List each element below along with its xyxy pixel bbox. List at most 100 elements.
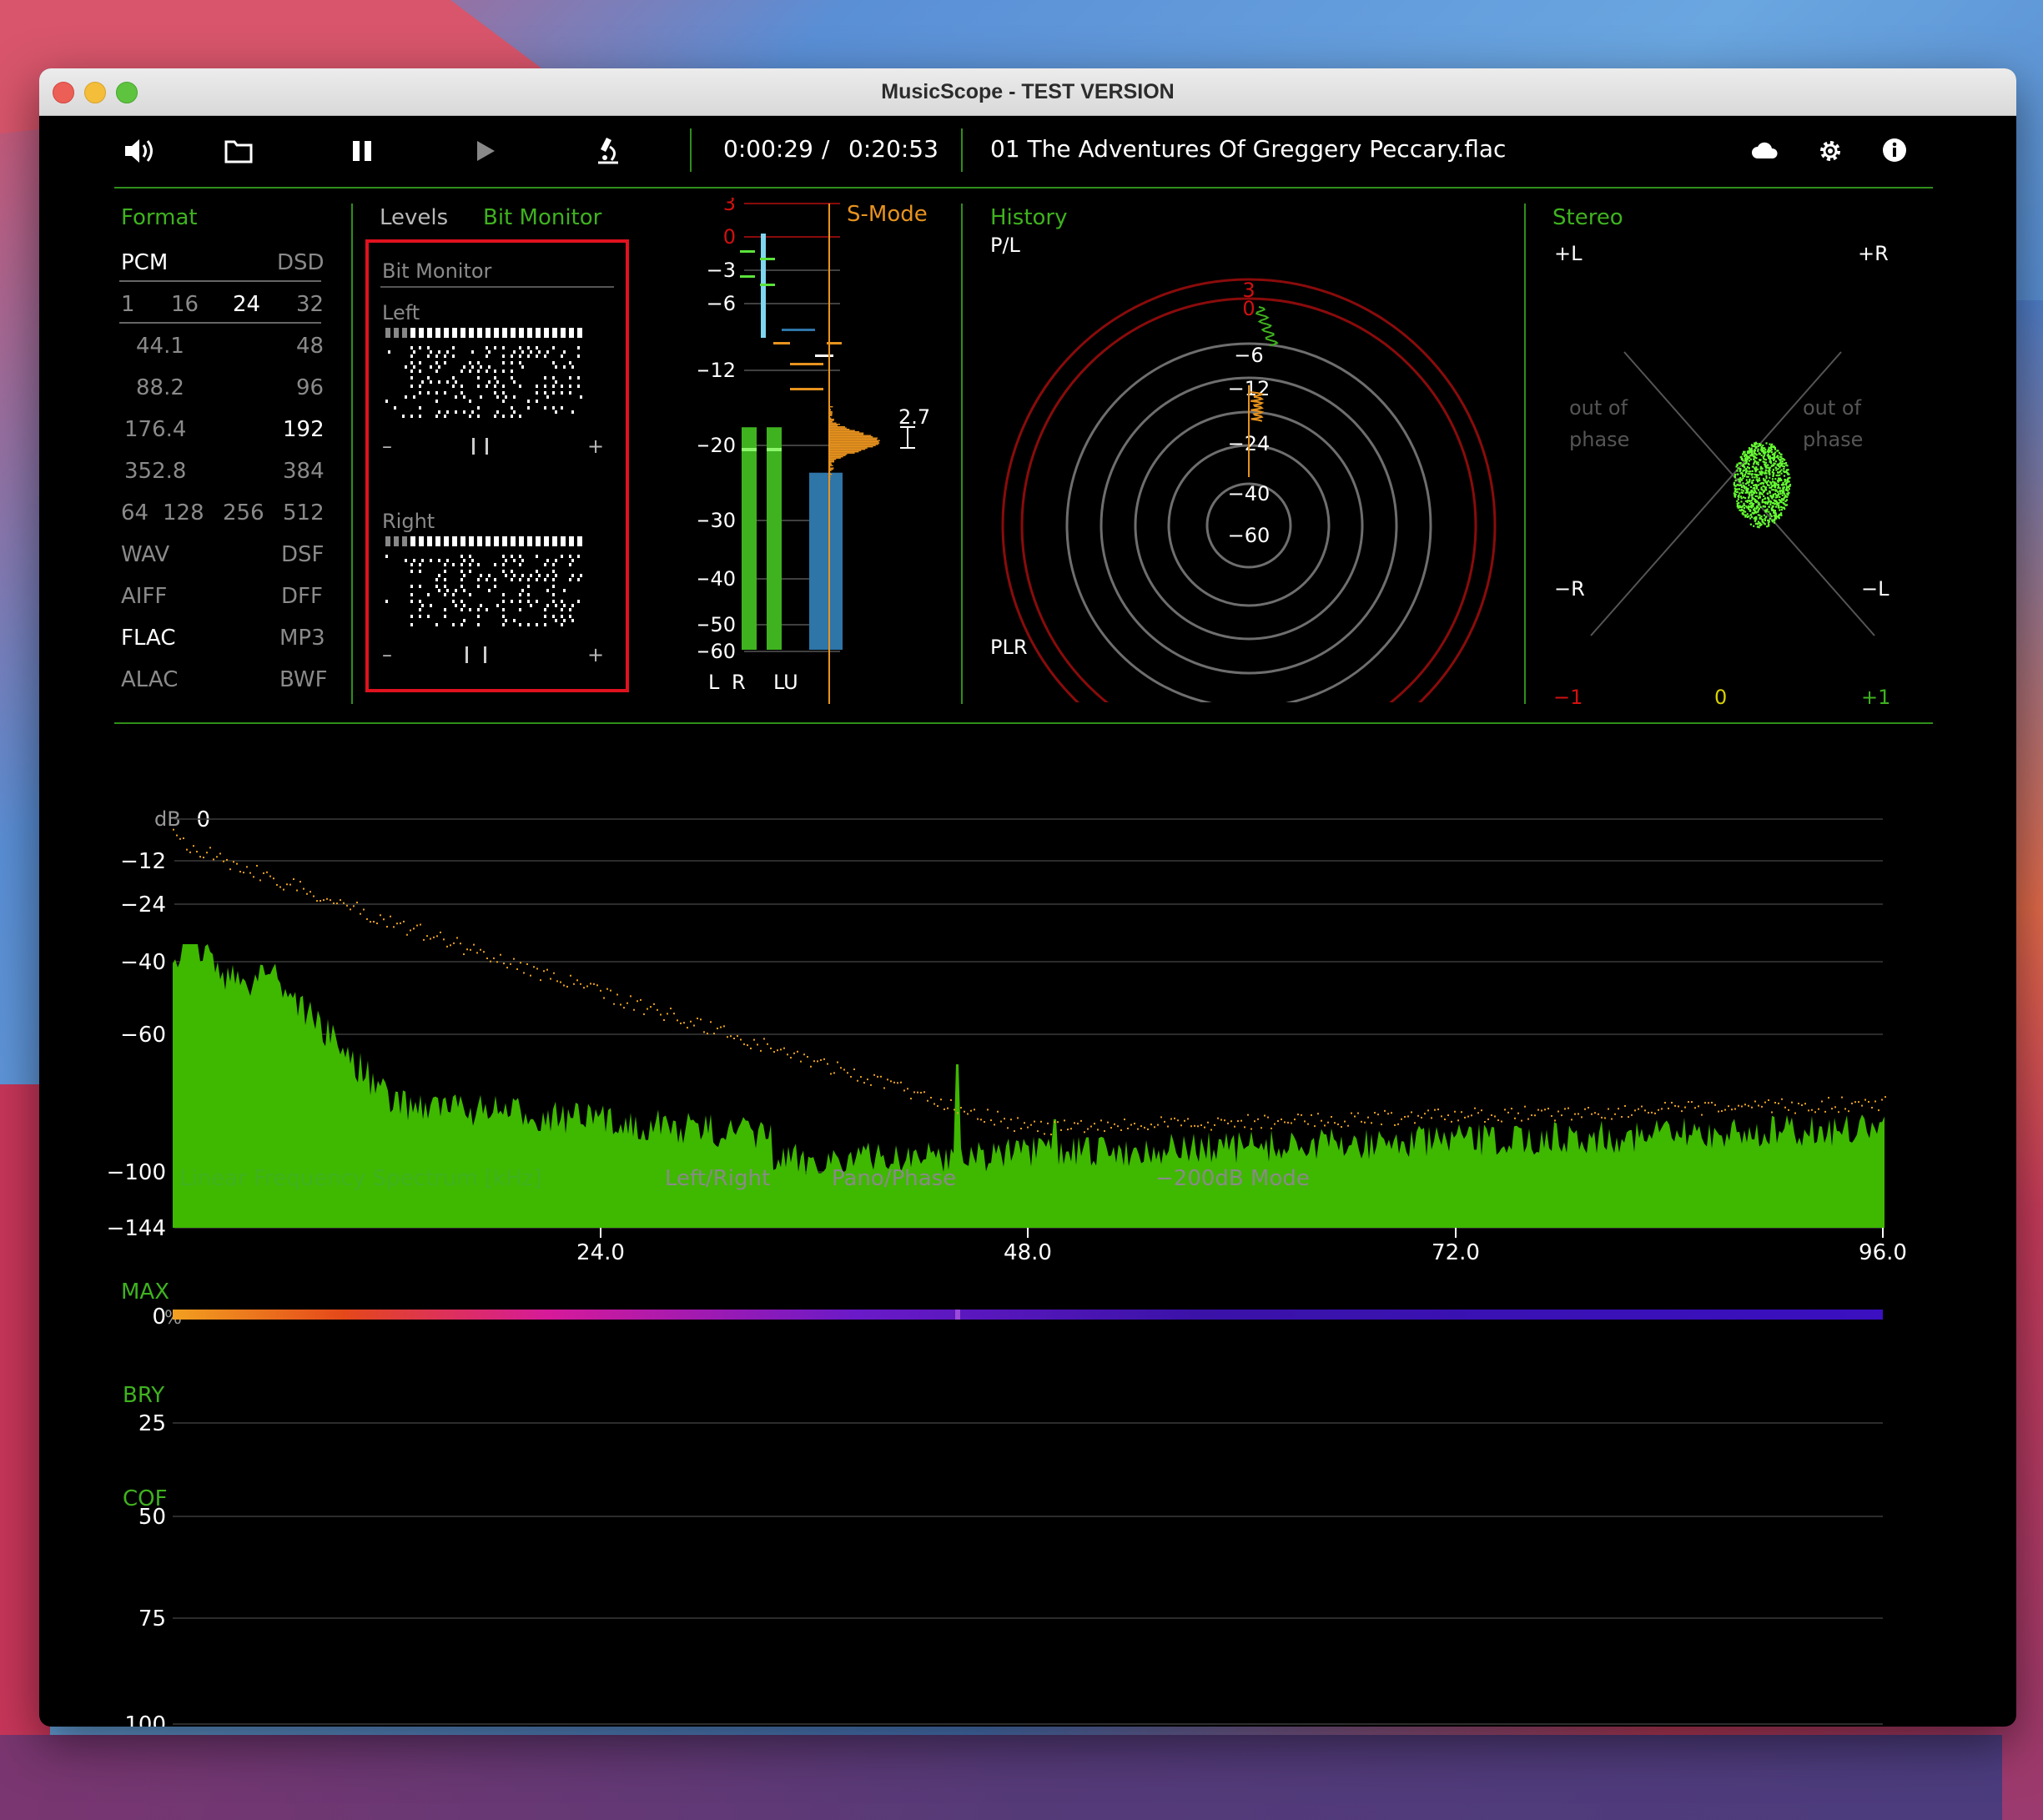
- bit-monitor-left-minus[interactable]: –: [382, 435, 392, 458]
- file-dsf: DSF: [281, 542, 325, 567]
- goniometer-dot: [1761, 499, 1764, 501]
- spectrum-peak-dot: [1124, 1119, 1125, 1121]
- bit-cell: [519, 555, 521, 558]
- bit-cell: [494, 578, 496, 581]
- bit-cell: [536, 385, 538, 388]
- spectrum-peak-dot: [1214, 1124, 1215, 1126]
- lower-label-cof: COF: [123, 1486, 168, 1511]
- bit-cell: [469, 370, 471, 373]
- spectrum-peak-dot: [960, 1107, 962, 1109]
- spectrum-peak-dot: [920, 1092, 922, 1094]
- format-pcm[interactable]: PCM: [121, 250, 168, 275]
- spectrum-peak-dot: [450, 944, 451, 947]
- bit-cell: [421, 604, 424, 607]
- goniometer-dot: [1780, 472, 1783, 475]
- spectrum-peak-dot: [1144, 1126, 1145, 1129]
- mode-pano-phase[interactable]: Pano/Phase: [832, 1166, 956, 1191]
- spectrum-peak-dot: [420, 923, 421, 926]
- smode-title[interactable]: S-Mode: [847, 202, 928, 227]
- window-title: MusicScope - TEST VERSION: [881, 80, 1175, 103]
- goniometer-dot: [1745, 479, 1748, 481]
- meter-scale-label: −40: [698, 567, 736, 591]
- goniometer-dot: [1754, 443, 1756, 446]
- spectrum-peak-dot: [1811, 1109, 1813, 1111]
- pause-icon[interactable]: [351, 139, 373, 163]
- bit-cell: [410, 385, 413, 388]
- tab-bit-monitor[interactable]: Bit Monitor: [483, 205, 601, 230]
- goniometer-dot: [1773, 515, 1775, 517]
- spectrum-peak-dot: [1591, 1113, 1593, 1115]
- smode-bin: [828, 459, 837, 460]
- spectrum-peak-dot: [1334, 1122, 1336, 1124]
- tab-levels[interactable]: Levels: [380, 205, 448, 230]
- bit-cell: [419, 585, 421, 588]
- spectrum-peak-dot: [1227, 1122, 1229, 1124]
- bit-cell: [502, 615, 505, 618]
- bit-cell: [477, 406, 480, 410]
- spectrum-peak-dot: [1808, 1109, 1809, 1112]
- goniometer-dot: [1781, 460, 1784, 463]
- goniometer-dot: [1784, 461, 1788, 465]
- bit-cell-msb: [385, 536, 390, 546]
- spectrum-peak-dot: [1367, 1116, 1369, 1119]
- spectrum-peak-dot: [833, 1072, 835, 1074]
- goniometer-dot: [1779, 479, 1782, 481]
- play-icon[interactable]: [475, 139, 496, 163]
- spectrum-peak-dot: [1170, 1118, 1172, 1120]
- spectrum-peak-dot: [590, 983, 591, 985]
- title-bar: MusicScope - TEST VERSION: [39, 68, 2016, 116]
- smode-bin: [828, 477, 830, 479]
- cloud-icon[interactable]: [1751, 142, 1779, 160]
- desktop-wallpaper-bottom: [0, 1735, 2043, 1820]
- folder-icon[interactable]: [224, 138, 253, 163]
- bit-cell: [460, 608, 463, 611]
- bit-cell: [477, 415, 480, 418]
- spectrum-peak-dot: [1501, 1120, 1502, 1123]
- format-dsd[interactable]: DSD: [277, 250, 325, 275]
- bit-cell: [477, 563, 480, 566]
- spectrum-peak-dot: [1467, 1115, 1469, 1118]
- spectrum-peak-dot: [687, 1027, 688, 1029]
- bit-cell: [463, 559, 465, 562]
- spectrum-peak-dot: [923, 1091, 925, 1094]
- goniometer-dot: [1774, 456, 1776, 459]
- goniometer-dot: [1750, 501, 1754, 504]
- speaker-icon[interactable]: [123, 137, 154, 165]
- bit-cell: [444, 563, 446, 566]
- spectrum-peak-dot: [670, 1008, 672, 1010]
- goniometer-dot: [1753, 525, 1755, 527]
- goniometer-dot: [1762, 444, 1764, 447]
- mode-200db[interactable]: −200dB Mode: [1155, 1166, 1310, 1191]
- bit-monitor-panel: Bit Monitor Left – + Right – +: [365, 239, 629, 692]
- info-icon[interactable]: [1881, 137, 1908, 163]
- spectrum-peak-dot: [850, 1075, 852, 1078]
- spectrum-peak-dot: [657, 1008, 658, 1011]
- smode-bin: [828, 429, 850, 430]
- goniometer-dot: [1763, 455, 1765, 457]
- spectrum-peak-dot: [663, 1019, 665, 1022]
- spectrum-peak-dot: [984, 1121, 985, 1124]
- spectrum-peak-dot: [1130, 1124, 1132, 1126]
- toolbar-divider: [961, 128, 963, 172]
- microscope-icon[interactable]: [595, 135, 621, 165]
- bit-monitor-left-plus[interactable]: +: [587, 435, 604, 458]
- bit-monitor-right-plus[interactable]: +: [587, 643, 604, 666]
- bit-monitor-right-minus[interactable]: –: [382, 643, 392, 666]
- spectrum-peak-dot: [697, 1017, 698, 1019]
- spectrum-peak-dot: [236, 862, 238, 865]
- goniometer-dot: [1774, 451, 1777, 454]
- spectrum-peak-dot: [917, 1091, 918, 1094]
- spectrum-peak-dot: [1304, 1120, 1306, 1123]
- gear-icon[interactable]: [1816, 137, 1844, 165]
- bit-cell: [571, 604, 574, 607]
- goniometer-dot: [1759, 473, 1762, 475]
- smode-bin: [828, 411, 833, 413]
- goniometer-dot: [1755, 462, 1758, 465]
- goniometer-dot: [1743, 451, 1745, 454]
- spectrum-peak-dot: [1588, 1107, 1589, 1109]
- spectrum-peak-dot: [446, 945, 448, 948]
- goniometer-dot: [1742, 477, 1744, 480]
- mode-left-right[interactable]: Left/Right: [665, 1166, 770, 1191]
- spectrum-peak-dot: [1404, 1115, 1406, 1118]
- bit-cell: [552, 615, 555, 618]
